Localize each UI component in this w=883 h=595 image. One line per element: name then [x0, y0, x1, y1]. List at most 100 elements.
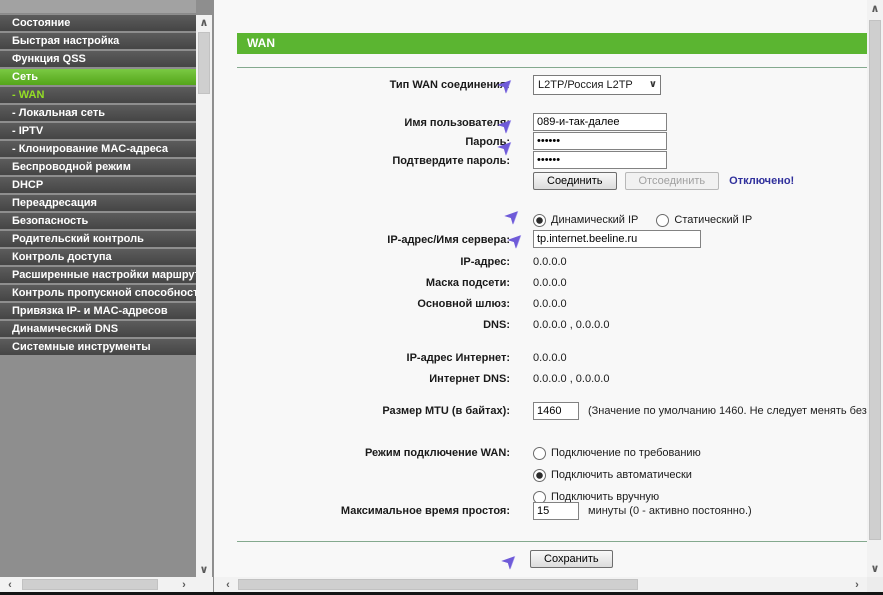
ip-address-value: 0.0.0.0: [533, 252, 567, 272]
idle-time-label: Максимальное время простоя:: [214, 501, 510, 521]
sidebar-item-iptv[interactable]: - IPTV: [0, 123, 196, 139]
wan-type-row: Тип WAN соединения: L2TP/Россия L2TP ∨: [214, 75, 867, 95]
sidebar: Состояние Быстрая настройка Функция QSS …: [0, 0, 213, 592]
mtu-label: Размер MTU (в байтах):: [214, 401, 510, 421]
sidebar-menu: Состояние Быстрая настройка Функция QSS …: [0, 15, 196, 357]
server-label: IP-адрес/Имя сервера:: [214, 230, 510, 250]
main-vertical-scroll-thumb[interactable]: [869, 20, 881, 540]
wan-mode-row: Режим подключение WAN: Подключение по тр…: [214, 443, 867, 463]
router-admin-window: Состояние Быстрая настройка Функция QSS …: [0, 0, 883, 595]
idle-time-input[interactable]: [533, 502, 579, 520]
internet-ip-label: IP-адрес Интернет:: [214, 348, 510, 368]
password-row: Пароль:: [214, 132, 867, 152]
internet-dns-label: Интернет DNS:: [214, 369, 510, 389]
connect-automatically-label: Подключить автоматически: [551, 465, 692, 485]
sidebar-horizontal-scroll-thumb[interactable]: [22, 579, 158, 590]
password-input[interactable]: [533, 132, 667, 150]
ip-mode-row: Динамический IP Статический IP: [214, 210, 867, 230]
subnet-value: 0.0.0.0: [533, 273, 567, 293]
save-row: Сохранить: [214, 550, 867, 570]
sidebar-item-ddns[interactable]: Динамический DNS: [0, 321, 196, 337]
sidebar-item-status[interactable]: Состояние: [0, 15, 196, 31]
sidebar-item-lan[interactable]: - Локальная сеть: [0, 105, 196, 121]
connect-button[interactable]: Соединить: [533, 172, 617, 190]
mtu-input[interactable]: [533, 402, 579, 420]
internet-ip-value: 0.0.0.0: [533, 348, 567, 368]
sidebar-item-system-tools[interactable]: Системные инструменты: [0, 339, 196, 355]
dns-row: DNS: 0.0.0.0 , 0.0.0.0: [214, 315, 867, 335]
wan-settings-page: WAN Тип WAN соединения: L2TP/Россия L2TP…: [214, 0, 867, 577]
scrollbar-corner: [867, 577, 883, 592]
confirm-password-label: Подтвердите пароль:: [214, 151, 510, 171]
scroll-down-icon[interactable]: ∨: [867, 561, 883, 576]
sidebar-item-network[interactable]: Сеть: [0, 69, 196, 85]
connect-automatically-radio[interactable]: [533, 469, 546, 482]
sidebar-item-security[interactable]: Безопасность: [0, 213, 196, 229]
connection-status-text: Отключено!: [729, 171, 794, 191]
sidebar-item-mac-clone[interactable]: - Клонирование MAC-адреса: [0, 141, 196, 157]
scroll-left-icon[interactable]: ‹: [2, 577, 18, 592]
sidebar-item-parental-control[interactable]: Родительский контроль: [0, 231, 196, 247]
gateway-value: 0.0.0.0: [533, 294, 567, 314]
password-label: Пароль:: [214, 132, 510, 152]
gateway-label: Основной шлюз:: [214, 294, 510, 314]
sidebar-item-ip-mac-binding[interactable]: Привязка IP- и MAC-адресов: [0, 303, 196, 319]
scroll-left-icon[interactable]: ‹: [220, 577, 236, 592]
mtu-note: (Значение по умолчанию 1460. Не следует …: [588, 401, 867, 421]
dns-value: 0.0.0.0 , 0.0.0.0: [533, 315, 609, 335]
wan-type-label: Тип WAN соединения:: [214, 75, 510, 95]
scroll-down-icon[interactable]: ∨: [196, 562, 212, 577]
sidebar-item-bandwidth-control[interactable]: Контроль пропускной способности: [0, 285, 196, 301]
gateway-row: Основной шлюз: 0.0.0.0: [214, 294, 867, 314]
scroll-right-icon[interactable]: ›: [849, 577, 865, 592]
wan-type-select[interactable]: L2TP/Россия L2TP ∨: [533, 75, 661, 95]
internet-ip-row: IP-адрес Интернет: 0.0.0.0: [214, 348, 867, 368]
idle-time-row: Максимальное время простоя: минуты (0 - …: [214, 501, 867, 521]
subnet-row: Маска подсети: 0.0.0.0: [214, 273, 867, 293]
wan-mode-label: Режим подключение WAN:: [214, 443, 510, 463]
separator-line: [237, 541, 867, 542]
static-ip-label: Статический IP: [674, 210, 752, 230]
sidebar-item-forwarding[interactable]: Переадресация: [0, 195, 196, 211]
connect-on-demand-radio[interactable]: [533, 447, 546, 460]
dns-label: DNS:: [214, 315, 510, 335]
username-label: Имя пользователя:: [214, 113, 510, 133]
sidebar-item-wireless[interactable]: Беспроводной режим: [0, 159, 196, 175]
connect-on-demand-label: Подключение по требованию: [551, 443, 701, 463]
username-input[interactable]: [533, 113, 667, 131]
subnet-label: Маска подсети:: [214, 273, 510, 293]
sidebar-vertical-scrollbar[interactable]: [196, 15, 212, 577]
scroll-right-icon[interactable]: ›: [176, 577, 192, 592]
ip-address-row: IP-адрес: 0.0.0.0: [214, 252, 867, 272]
sidebar-item-qss[interactable]: Функция QSS: [0, 51, 196, 67]
scroll-up-icon[interactable]: ∧: [196, 15, 212, 30]
wan-type-selected-value: L2TP/Россия L2TP: [538, 79, 633, 91]
sidebar-item-access-control[interactable]: Контроль доступа: [0, 249, 196, 265]
sidebar-top-bar: [0, 0, 196, 14]
confirm-password-input[interactable]: [533, 151, 667, 169]
idle-time-note: минуты (0 - активно постоянно.): [588, 501, 752, 521]
disconnect-button[interactable]: Отсоединить: [625, 172, 720, 190]
ip-address-label: IP-адрес:: [214, 252, 510, 272]
main-frame: WAN Тип WAN соединения: L2TP/Россия L2TP…: [214, 0, 883, 592]
internet-dns-row: Интернет DNS: 0.0.0.0 , 0.0.0.0: [214, 369, 867, 389]
dynamic-ip-radio[interactable]: [533, 214, 546, 227]
connect-buttons-row: Соединить Отсоединить Отключено!: [214, 171, 867, 191]
sidebar-item-quick-setup[interactable]: Быстрая настройка: [0, 33, 196, 49]
sidebar-item-wan[interactable]: - WAN: [0, 87, 196, 103]
page-title: WAN: [237, 33, 867, 54]
confirm-password-row: Подтвердите пароль:: [214, 151, 867, 171]
server-input[interactable]: [533, 230, 701, 248]
mtu-row: Размер MTU (в байтах): (Значение по умол…: [214, 401, 867, 421]
separator-line: [237, 67, 867, 68]
main-horizontal-scroll-thumb[interactable]: [238, 579, 638, 590]
sidebar-item-dhcp[interactable]: DHCP: [0, 177, 196, 193]
server-row: IP-адрес/Имя сервера:: [214, 230, 867, 250]
sidebar-vertical-scroll-thumb[interactable]: [198, 32, 210, 94]
internet-dns-value: 0.0.0.0 , 0.0.0.0: [533, 369, 609, 389]
sidebar-item-advanced-routing[interactable]: Расширенные настройки маршрутизации: [0, 267, 196, 283]
scroll-up-icon[interactable]: ∧: [867, 1, 883, 16]
save-button[interactable]: Сохранить: [530, 550, 613, 568]
static-ip-radio[interactable]: [656, 214, 669, 227]
username-row: Имя пользователя:: [214, 113, 867, 133]
